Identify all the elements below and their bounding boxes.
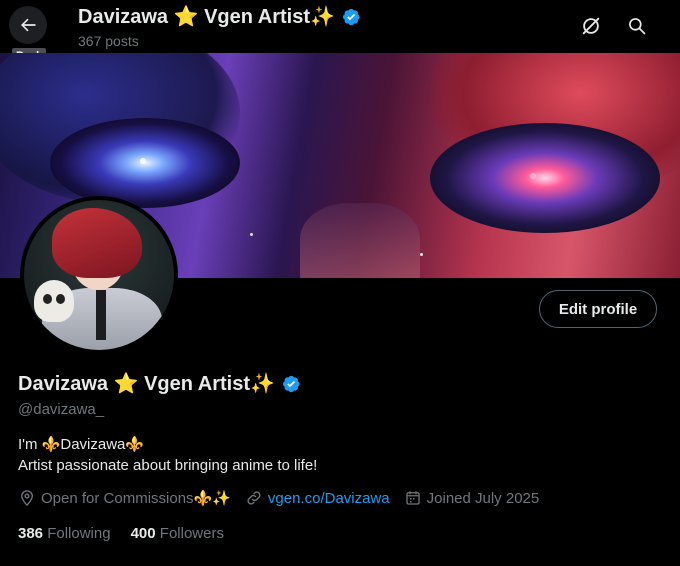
follow-counts: 386 Following 400 Followers: [18, 525, 224, 542]
calendar-icon: [405, 491, 420, 505]
location-text: Open for Commissions⚜️✨: [41, 490, 231, 507]
location-item: Open for Commissions⚜️✨: [18, 489, 231, 507]
back-arrow-icon: [21, 18, 36, 32]
search-button[interactable]: [621, 10, 653, 42]
post-count: 367 posts: [78, 33, 139, 49]
edit-profile-button[interactable]: Edit profile: [539, 290, 657, 328]
following-label: Following: [47, 525, 111, 542]
profile-meta: Open for Commissions⚜️✨ vgen.co/Davizawa…: [18, 489, 553, 507]
profile-name-text: Davizawa ⭐ Vgen Artist✨: [18, 373, 275, 395]
joined-item: Joined July 2025: [404, 489, 540, 507]
top-bar: Davizawa ⭐ Vgen Artist✨ 367 posts: [0, 0, 680, 52]
followers-count: 400: [130, 525, 156, 542]
following-link[interactable]: 386 Following: [18, 525, 111, 542]
bio-line: I'm ⚜️Davizawa⚜️: [18, 436, 145, 453]
profile-handle: @davizawa_: [18, 401, 105, 418]
website-item: vgen.co/Davizawa: [245, 489, 390, 507]
bio-line: Artist passionate about bringing anime t…: [18, 457, 318, 474]
followers-label: Followers: [159, 525, 224, 542]
grok-button[interactable]: [575, 10, 607, 42]
location-pin-icon: [21, 490, 33, 507]
search-icon: [629, 18, 646, 35]
back-button[interactable]: [9, 6, 47, 44]
profile-name: Davizawa ⭐ Vgen Artist✨: [18, 371, 301, 396]
link-icon: [247, 491, 261, 505]
website-link[interactable]: vgen.co/Davizawa: [268, 490, 390, 507]
avatar[interactable]: [20, 196, 178, 354]
joined-text: Joined July 2025: [426, 489, 540, 507]
followers-link[interactable]: 400 Followers: [131, 525, 224, 542]
profile-bio: I'm ⚜️Davizawa⚜️ Artist passionate about…: [18, 434, 317, 476]
verified-badge-icon[interactable]: [281, 374, 301, 394]
header-name-text: Davizawa ⭐ Vgen Artist✨: [78, 6, 335, 28]
verified-badge-icon: [342, 8, 360, 25]
header-name: Davizawa ⭐ Vgen Artist✨: [78, 4, 361, 29]
grok-icon: [582, 17, 600, 35]
following-count: 386: [18, 525, 44, 542]
